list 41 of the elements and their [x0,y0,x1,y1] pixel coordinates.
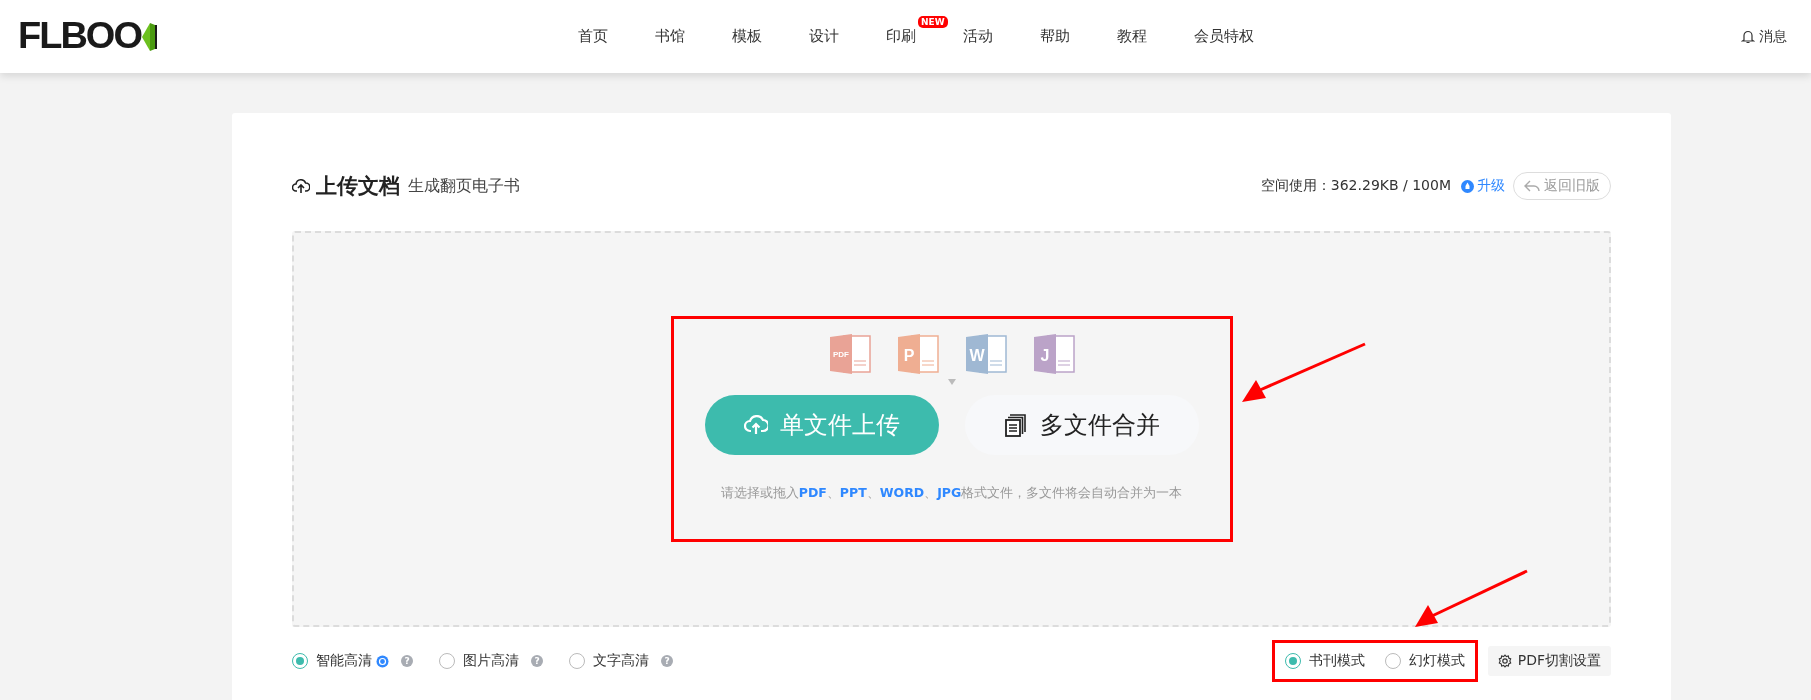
caret-icon [947,379,956,385]
radio-button[interactable] [439,653,455,669]
reply-arrow-icon [1524,180,1540,192]
radio-label: 文字高清 [593,652,649,670]
radio-label: 幻灯模式 [1408,652,1465,670]
messages-link[interactable]: 消息 [1741,27,1787,46]
nav-link[interactable]: 书馆 [655,27,685,45]
cloud-upload-icon [743,415,768,435]
cloud-upload-icon [292,178,310,194]
radio-option[interactable]: 文字高清 ? [569,652,673,670]
nav-link[interactable]: 模板 [732,27,762,45]
upgrade-link[interactable]: 升级 [1461,177,1505,195]
radio-button[interactable] [569,653,585,669]
radio-option[interactable]: 智能高清 ? [292,652,413,670]
nav-link[interactable]: 设计 [809,27,839,45]
nav-link[interactable]: 会员特权 [1194,27,1254,45]
radio-button[interactable] [292,653,308,669]
radio-option[interactable]: 图片高清 ? [439,652,543,670]
pdf-split-settings-button[interactable]: PDF切割设置 [1487,646,1611,676]
radio-option[interactable]: 幻灯模式 [1384,652,1465,670]
nav-link[interactable]: 首页 [578,27,608,45]
radio-button[interactable] [1284,653,1301,669]
radio-label: 图片高清 [463,652,519,670]
new-badge: NEW [918,16,948,28]
radio-option[interactable]: 书刊模式 [1284,652,1365,670]
radio-label: 书刊模式 [1308,652,1365,670]
nav-link[interactable]: 帮助 [1040,27,1070,45]
nav-link[interactable]: 活动 [963,27,993,45]
nav-link[interactable]: 教程 [1117,27,1147,45]
radio-label: 智能高清 [316,652,372,670]
gear-icon [1497,654,1512,668]
documents-icon [1003,413,1028,437]
radio-button[interactable] [1384,653,1401,669]
bell-icon [1741,29,1755,44]
logo-mark-icon [141,20,157,53]
storage-usage: 空间使用：362.29KB / 100M [1260,177,1451,195]
logo-text[interactable]: FLBOO [18,16,141,57]
page-title: 上传文档 [316,173,400,200]
multi-file-merge-button[interactable]: 多文件合并 [964,395,1199,455]
nav-link[interactable]: 印刷 [886,27,916,45]
page-subtitle: 生成翻页电子书 [408,175,520,197]
